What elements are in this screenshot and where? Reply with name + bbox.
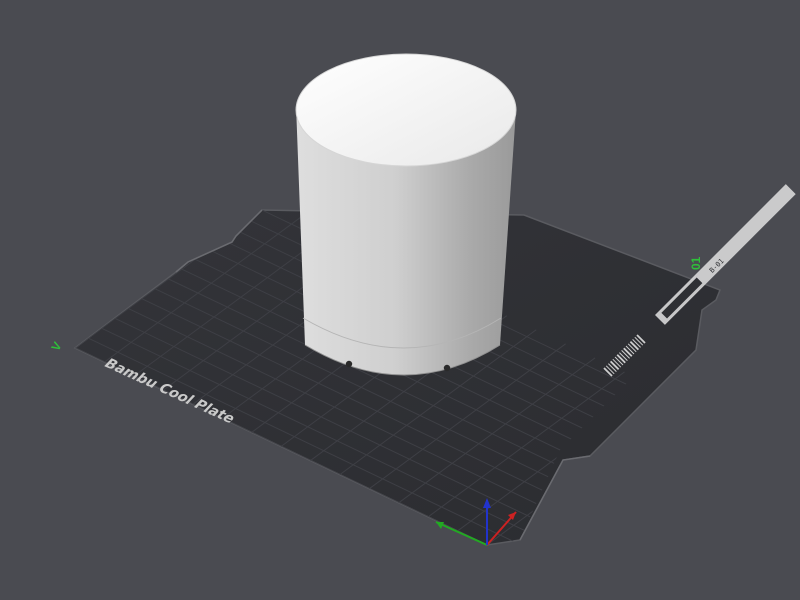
vent-hole — [345, 360, 353, 368]
cylinder-model[interactable] — [295, 53, 517, 376]
3d-viewport[interactable]: Bambu Cool Plate B-01 01 V — [0, 0, 800, 600]
cylinder-top — [295, 53, 517, 167]
corner-id-left: V — [48, 340, 64, 354]
vent-hole — [443, 364, 451, 372]
plate-info-strip: B-01 — [655, 184, 796, 325]
corner-id-top-right: 01 — [689, 256, 703, 270]
scene-canvas[interactable]: Bambu Cool Plate B-01 01 V — [0, 0, 800, 600]
